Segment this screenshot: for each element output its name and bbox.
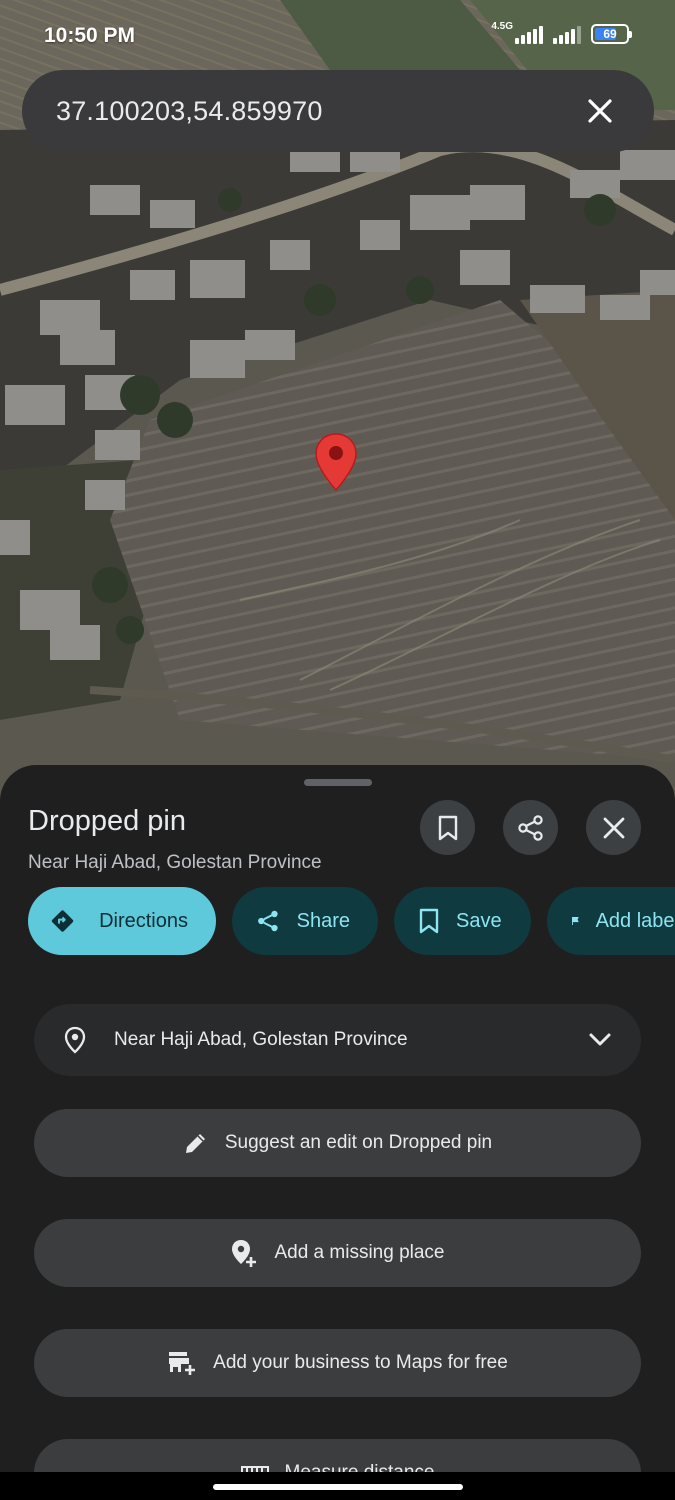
directions-label: Directions	[99, 909, 188, 932]
save-label: Save	[456, 909, 502, 932]
system-nav-bar	[0, 1472, 675, 1500]
place-title: Dropped pin	[28, 805, 186, 837]
battery-icon: 69	[591, 24, 632, 44]
drag-handle[interactable]	[304, 779, 372, 786]
search-input[interactable]: 37.100203,54.859970	[56, 96, 580, 127]
share-label: Share	[296, 909, 350, 932]
save-button[interactable]	[420, 800, 475, 855]
share-button[interactable]	[503, 800, 558, 855]
suggest-edit-label: Suggest an edit on Dropped pin	[224, 1132, 493, 1153]
add-business-label: Add your business to Maps for free	[213, 1352, 508, 1373]
home-indicator[interactable]	[213, 1484, 463, 1490]
add-missing-place-label: Add a missing place	[274, 1242, 445, 1263]
add-business-button[interactable]: Add your business to Maps for free	[34, 1329, 641, 1397]
place-bottom-sheet[interactable]: Dropped pin Near Haji Abad, Golestan Pro…	[0, 765, 675, 1500]
action-chips: Directions Share Save Add label	[28, 887, 675, 955]
address-row[interactable]: Near Haji Abad, Golestan Province	[34, 1004, 641, 1076]
share-icon	[517, 814, 543, 841]
search-bar[interactable]: 37.100203,54.859970	[22, 70, 654, 152]
pencil-icon	[185, 1134, 205, 1153]
bookmark-icon	[419, 908, 439, 934]
place-subtitle: Near Haji Abad, Golestan Province	[28, 852, 322, 873]
network-type: 4.5G	[491, 21, 513, 32]
add-business-icon	[169, 1352, 196, 1375]
add-label-chip[interactable]: Add label	[547, 887, 675, 955]
add-label-label: Add label	[595, 909, 675, 932]
flag-icon	[572, 916, 579, 925]
bookmark-icon	[438, 815, 457, 840]
address-text: Near Haji Abad, Golestan Province	[114, 1029, 408, 1050]
share-icon	[258, 910, 278, 932]
status-icons: 4.5G 69	[491, 21, 632, 44]
location-pin-icon	[64, 1026, 86, 1054]
close-icon[interactable]	[580, 91, 620, 131]
add-missing-place-button[interactable]: Add a missing place	[34, 1219, 641, 1287]
chevron-down-icon[interactable]	[589, 1033, 611, 1047]
map-pin-icon[interactable]	[314, 432, 358, 492]
directions-icon	[51, 910, 74, 932]
status-time: 10:50 PM	[44, 24, 136, 47]
signal-icon	[515, 26, 543, 44]
save-chip[interactable]: Save	[394, 887, 531, 955]
directions-button[interactable]: Directions	[28, 887, 216, 955]
close-sheet-button[interactable]	[586, 800, 641, 855]
battery-level: 69	[603, 27, 617, 41]
share-chip[interactable]: Share	[232, 887, 378, 955]
status-bar: 10:50 PM 4.5G 69	[0, 0, 675, 70]
add-location-icon	[232, 1240, 257, 1267]
signal-icon-2	[553, 26, 581, 44]
suggest-edit-button[interactable]: Suggest an edit on Dropped pin	[34, 1109, 641, 1177]
close-icon	[603, 817, 624, 838]
